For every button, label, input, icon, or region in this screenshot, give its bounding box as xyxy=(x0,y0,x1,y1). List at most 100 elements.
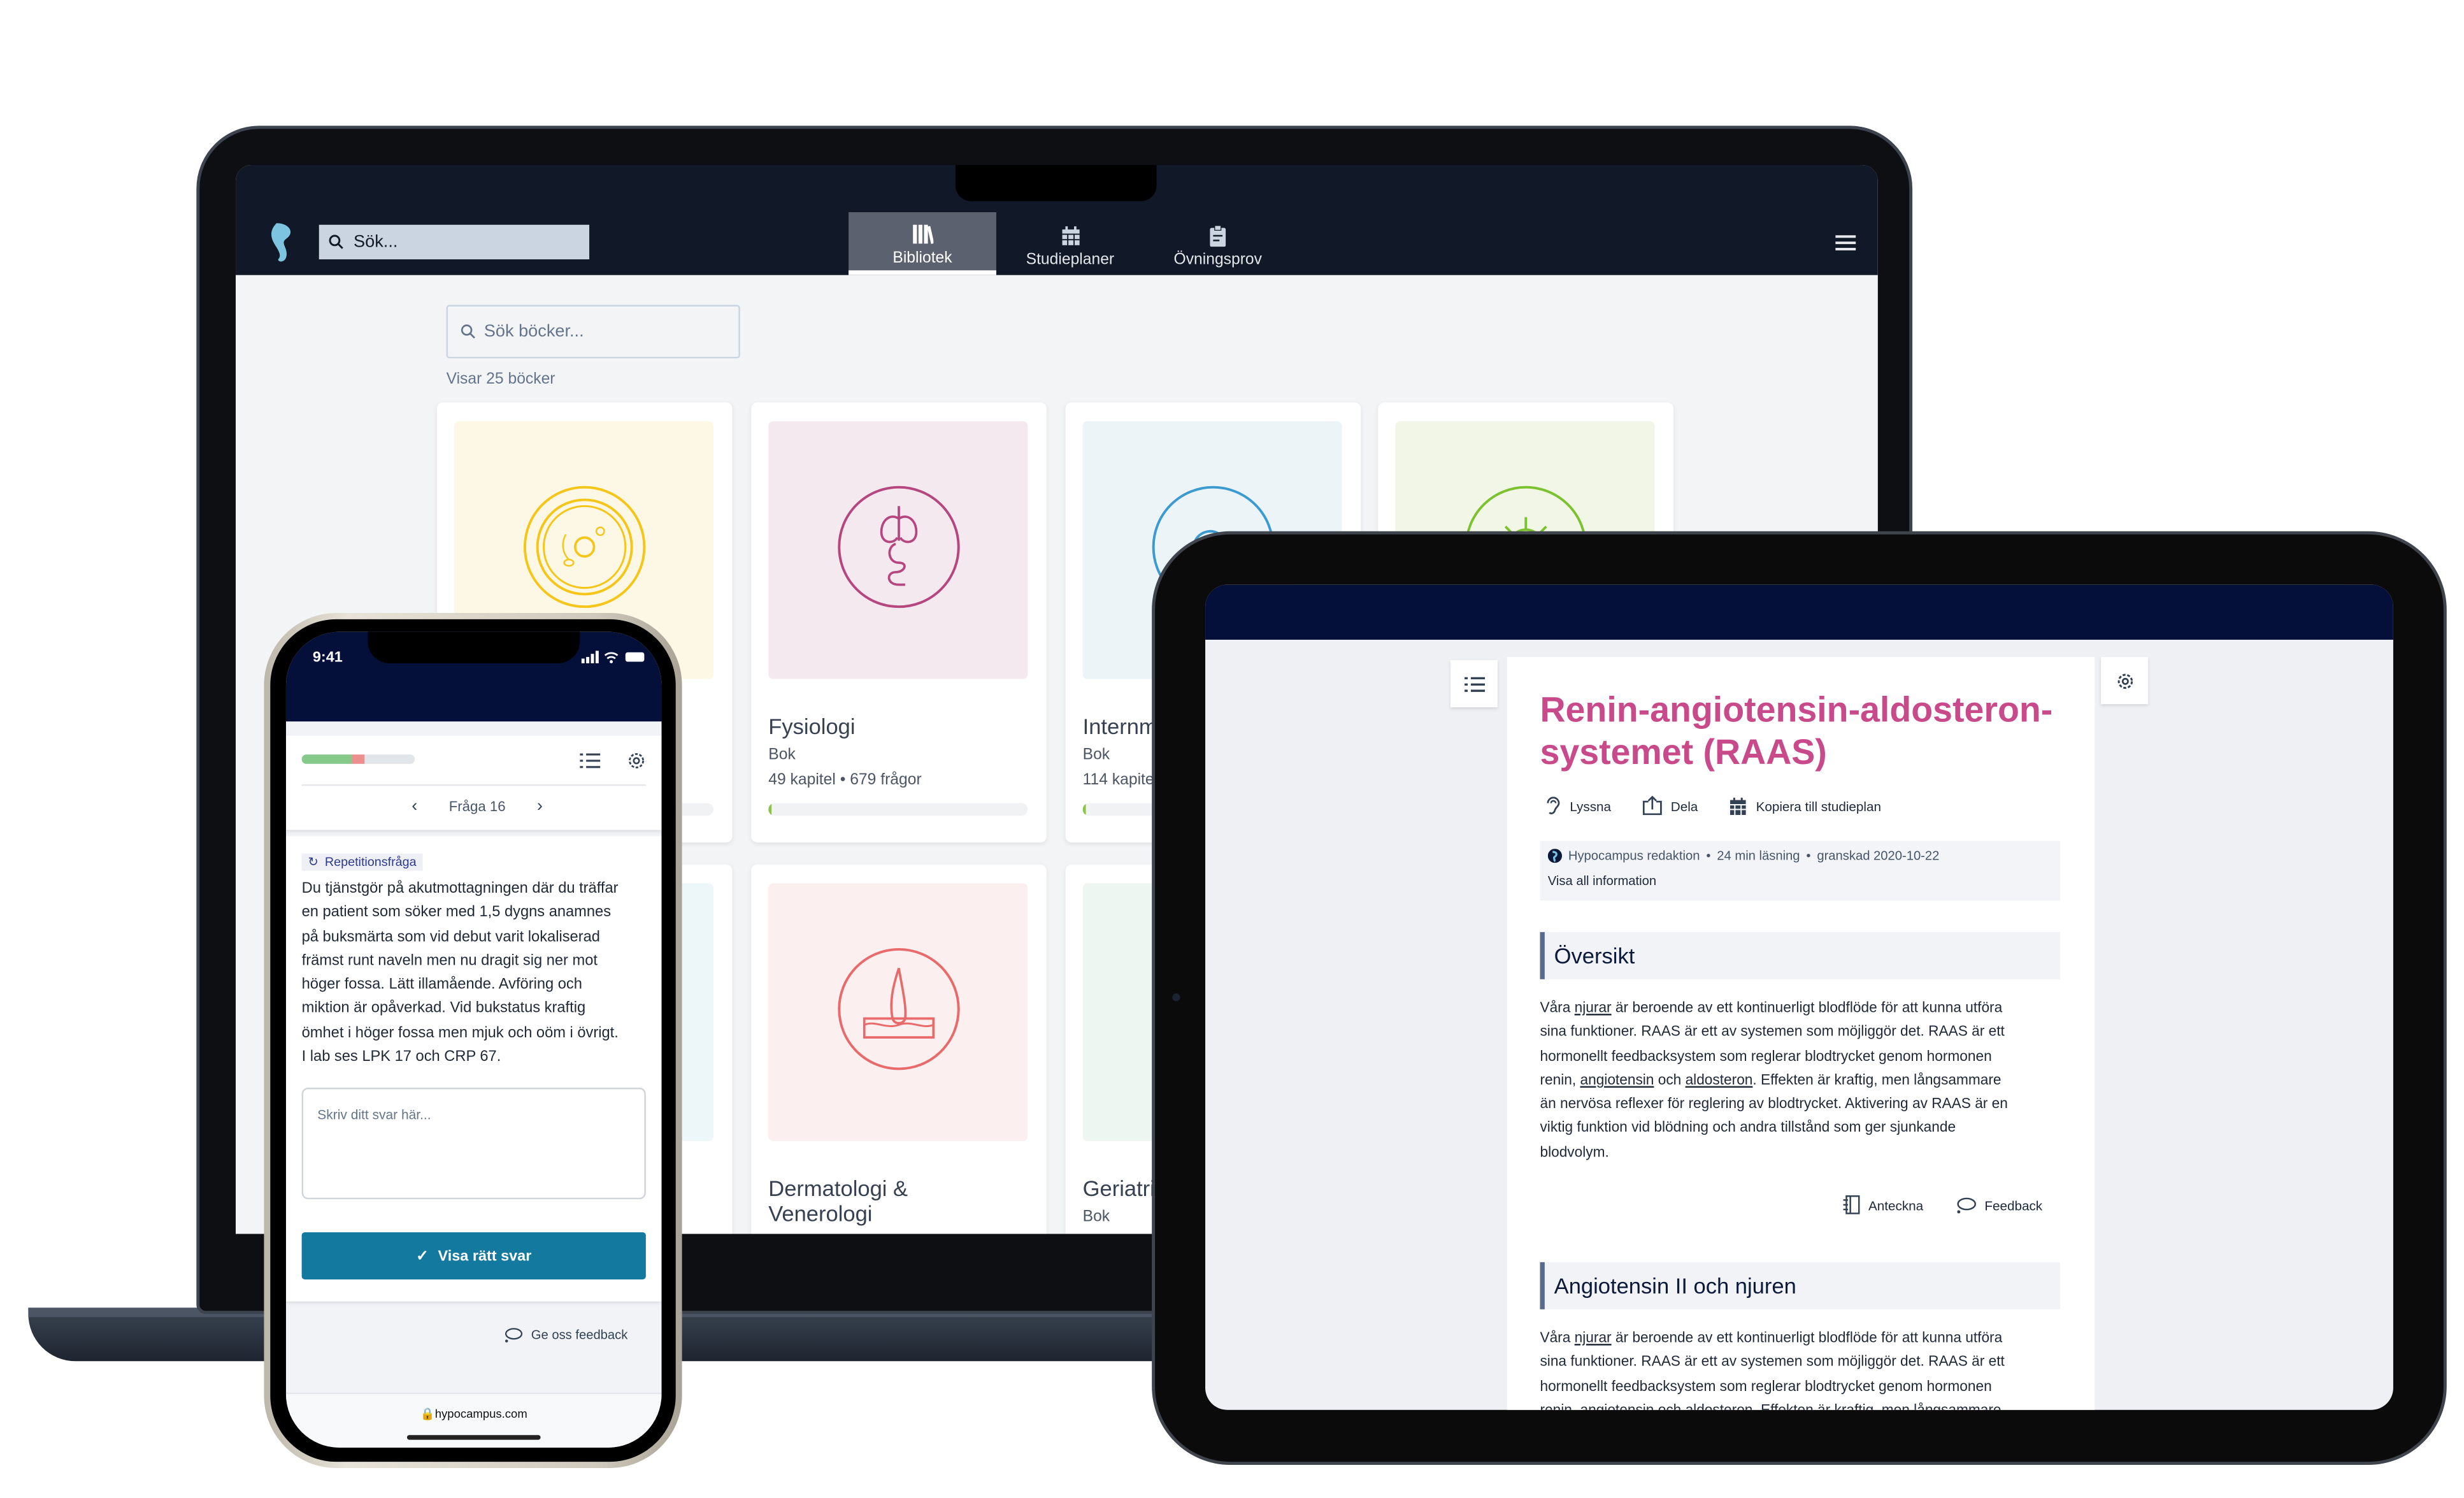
book-meta: 49 kapitel • 679 frågor xyxy=(768,772,922,789)
book-cover xyxy=(768,421,1028,679)
show-all-info-link[interactable]: Visa all information xyxy=(1548,874,1656,888)
tab-studieplaner[interactable]: Studieplaner xyxy=(996,212,1144,275)
question-line: främst runt naveln men nu dragit sig ner… xyxy=(301,952,598,970)
skin-icon xyxy=(835,946,961,1079)
toc-button[interactable] xyxy=(1450,660,1498,708)
device-mockup: Sök... Bibliotek Studieplaner Övningspro… xyxy=(0,0,2464,1498)
action-label: Anteckna xyxy=(1868,1197,1924,1213)
title-line: systemet (RAAS) xyxy=(1540,732,1827,772)
paragraph-actions: Anteckna Feedback xyxy=(1842,1195,2042,1215)
glossary-link[interactable]: njurar xyxy=(1575,1330,1612,1346)
speech-bubble-icon xyxy=(505,1328,523,1343)
action-label: Lyssna xyxy=(1570,797,1612,814)
hypocampus-logo-icon xyxy=(1547,849,1562,863)
notebook-icon xyxy=(1843,1195,1860,1214)
note-button[interactable]: Anteckna xyxy=(1842,1195,1923,1215)
question-line: I lab ses LPK 17 och CRP 67. xyxy=(301,1048,501,1066)
list-icon[interactable] xyxy=(580,753,601,769)
tablet-screen: Renin-angiotensin-aldosteron- systemet (… xyxy=(1205,584,2393,1410)
action-label: Kopiera till studieplan xyxy=(1756,797,1881,814)
hypocampus-logo[interactable] xyxy=(267,220,298,264)
section-heading: Översikt xyxy=(1540,932,2060,979)
question-line: miktion är opåverkad. Vid bukstatus kraf… xyxy=(301,1000,586,1018)
global-search-input[interactable]: Sök... xyxy=(319,224,590,260)
text: sina funktioner. RAAS är ett av systemen… xyxy=(1540,1023,2005,1040)
hamburger-icon[interactable] xyxy=(1835,234,1856,252)
text: och xyxy=(1654,1072,1686,1088)
article-meta: Hypocampus redaktion • 24 min läsning • gr… xyxy=(1540,840,2060,901)
book-title: Dermatologi & Venerologi xyxy=(768,1176,908,1227)
book-meta: 114 kapitel xyxy=(1082,772,1158,789)
paragraph-line: sina funktioner. RAAS är ett av systemen… xyxy=(1540,1021,2007,1045)
text: renin, xyxy=(1540,1072,1580,1088)
article-actions: Lyssna Dela Kopiera till studieplan xyxy=(1545,795,1881,816)
question-line: Du tjänstgör på akutmottagningen där du … xyxy=(301,880,619,898)
tab-ovningsprov[interactable]: Övningsprov xyxy=(1144,212,1292,275)
book-title: Fysiologi xyxy=(768,713,856,739)
show-answer-button[interactable]: ✓ Visa rätt svar xyxy=(301,1232,646,1279)
home-indicator[interactable] xyxy=(406,1435,541,1440)
glossary-link[interactable]: angiotensin xyxy=(1580,1402,1654,1410)
text: hormonellt feedbacksystem som reglerar b… xyxy=(1540,1048,1992,1064)
gear-icon xyxy=(2117,673,2132,688)
search-placeholder: Sök böcker... xyxy=(483,322,584,342)
book-type: Bok xyxy=(1082,1208,1110,1227)
tab-label: Övningsprov xyxy=(1173,251,1262,269)
cell-icon xyxy=(521,484,647,617)
text: är beroende av ett kontinuerligt blodflö… xyxy=(1611,1329,2003,1346)
question-nav: ‹ Fråga 16 › xyxy=(412,797,543,816)
quiz-progress-bar xyxy=(301,754,415,764)
quiz-toolbar: ‹ Fråga 16 › xyxy=(285,735,662,830)
question-number: Fråga 16 xyxy=(448,798,506,814)
paragraph-line: hormonellt feedbacksystem som reglerar b… xyxy=(1540,1374,2004,1399)
answer-textarea[interactable]: Skriv ditt svar här... xyxy=(301,1088,646,1200)
share-icon xyxy=(1643,795,1663,816)
book-card[interactable]: Dermatologi &VenerologiBok xyxy=(751,864,1047,1234)
tab-label: Bibliotek xyxy=(892,250,952,268)
glossary-link[interactable]: angiotensin xyxy=(1580,1072,1654,1088)
book-type: Bok xyxy=(768,746,796,764)
glossary-link[interactable]: aldosteron xyxy=(1686,1402,1753,1410)
author: Hypocampus redaktion xyxy=(1568,849,1700,863)
ear-icon xyxy=(1547,796,1560,814)
books-icon xyxy=(913,224,934,244)
browser-url-bar[interactable]: 🔒hypocampus.com xyxy=(285,1392,662,1448)
text: än nervösa reflexer för reglering av blo… xyxy=(1540,1095,2008,1112)
url: 🔒hypocampus.com xyxy=(420,1406,527,1421)
book-type: Bok xyxy=(1082,746,1110,764)
gear-icon[interactable] xyxy=(627,751,646,770)
action-label: Feedback xyxy=(1984,1197,2043,1213)
glossary-link[interactable]: aldosteron xyxy=(1686,1072,1753,1088)
organs-icon xyxy=(835,484,961,617)
question-line: ömhet i höger fossa men mjuk och oöm i ö… xyxy=(301,1024,619,1042)
copy-to-studyplan-button[interactable]: Kopiera till studieplan xyxy=(1730,795,1881,816)
tab-bibliotek[interactable]: Bibliotek xyxy=(849,212,996,275)
question-text: Du tjänstgör på akutmottagningen där du … xyxy=(302,877,619,1069)
section-heading: Angiotensin II och njuren xyxy=(1540,1262,2060,1309)
feedback-link[interactable]: Ge oss feedback xyxy=(503,1327,627,1344)
clipboard-icon xyxy=(1210,225,1226,247)
book-cover xyxy=(768,883,1028,1141)
paragraph-line: renin, angiotensin och aldosteron. Effek… xyxy=(1540,1399,2004,1410)
status-icons xyxy=(581,651,645,663)
title-line: Renin-angiotensin-aldosteron- xyxy=(1540,689,2053,730)
chevron-right-icon[interactable]: › xyxy=(537,797,543,816)
calendar-icon xyxy=(1061,226,1079,245)
article-title: Renin-angiotensin-aldosteron- systemet (… xyxy=(1540,688,2052,773)
search-placeholder: Sök... xyxy=(354,233,398,252)
phone-notch xyxy=(368,631,580,663)
book-card[interactable]: Fysiologi Bok 49 kapitel • 679 frågor xyxy=(751,402,1047,843)
laptop-notch xyxy=(955,165,1157,201)
action-label: Dela xyxy=(1670,797,1698,814)
glossary-link[interactable]: njurar xyxy=(1575,1000,1612,1016)
check-icon: ✓ xyxy=(416,1247,429,1265)
listen-button[interactable]: Lyssna xyxy=(1545,795,1611,816)
share-button[interactable]: Dela xyxy=(1642,795,1698,816)
repetition-badge: ↻ Repetitionsfråga xyxy=(301,853,423,871)
progress-fill xyxy=(768,803,772,816)
books-search-input[interactable]: Sök böcker... xyxy=(446,305,740,359)
chevron-left-icon[interactable]: ‹ xyxy=(412,797,417,816)
text: . Effekten är kraftig, men långsammare xyxy=(1752,1402,2002,1410)
feedback-button[interactable]: Feedback xyxy=(1955,1195,2043,1215)
settings-button[interactable] xyxy=(2101,657,2149,705)
